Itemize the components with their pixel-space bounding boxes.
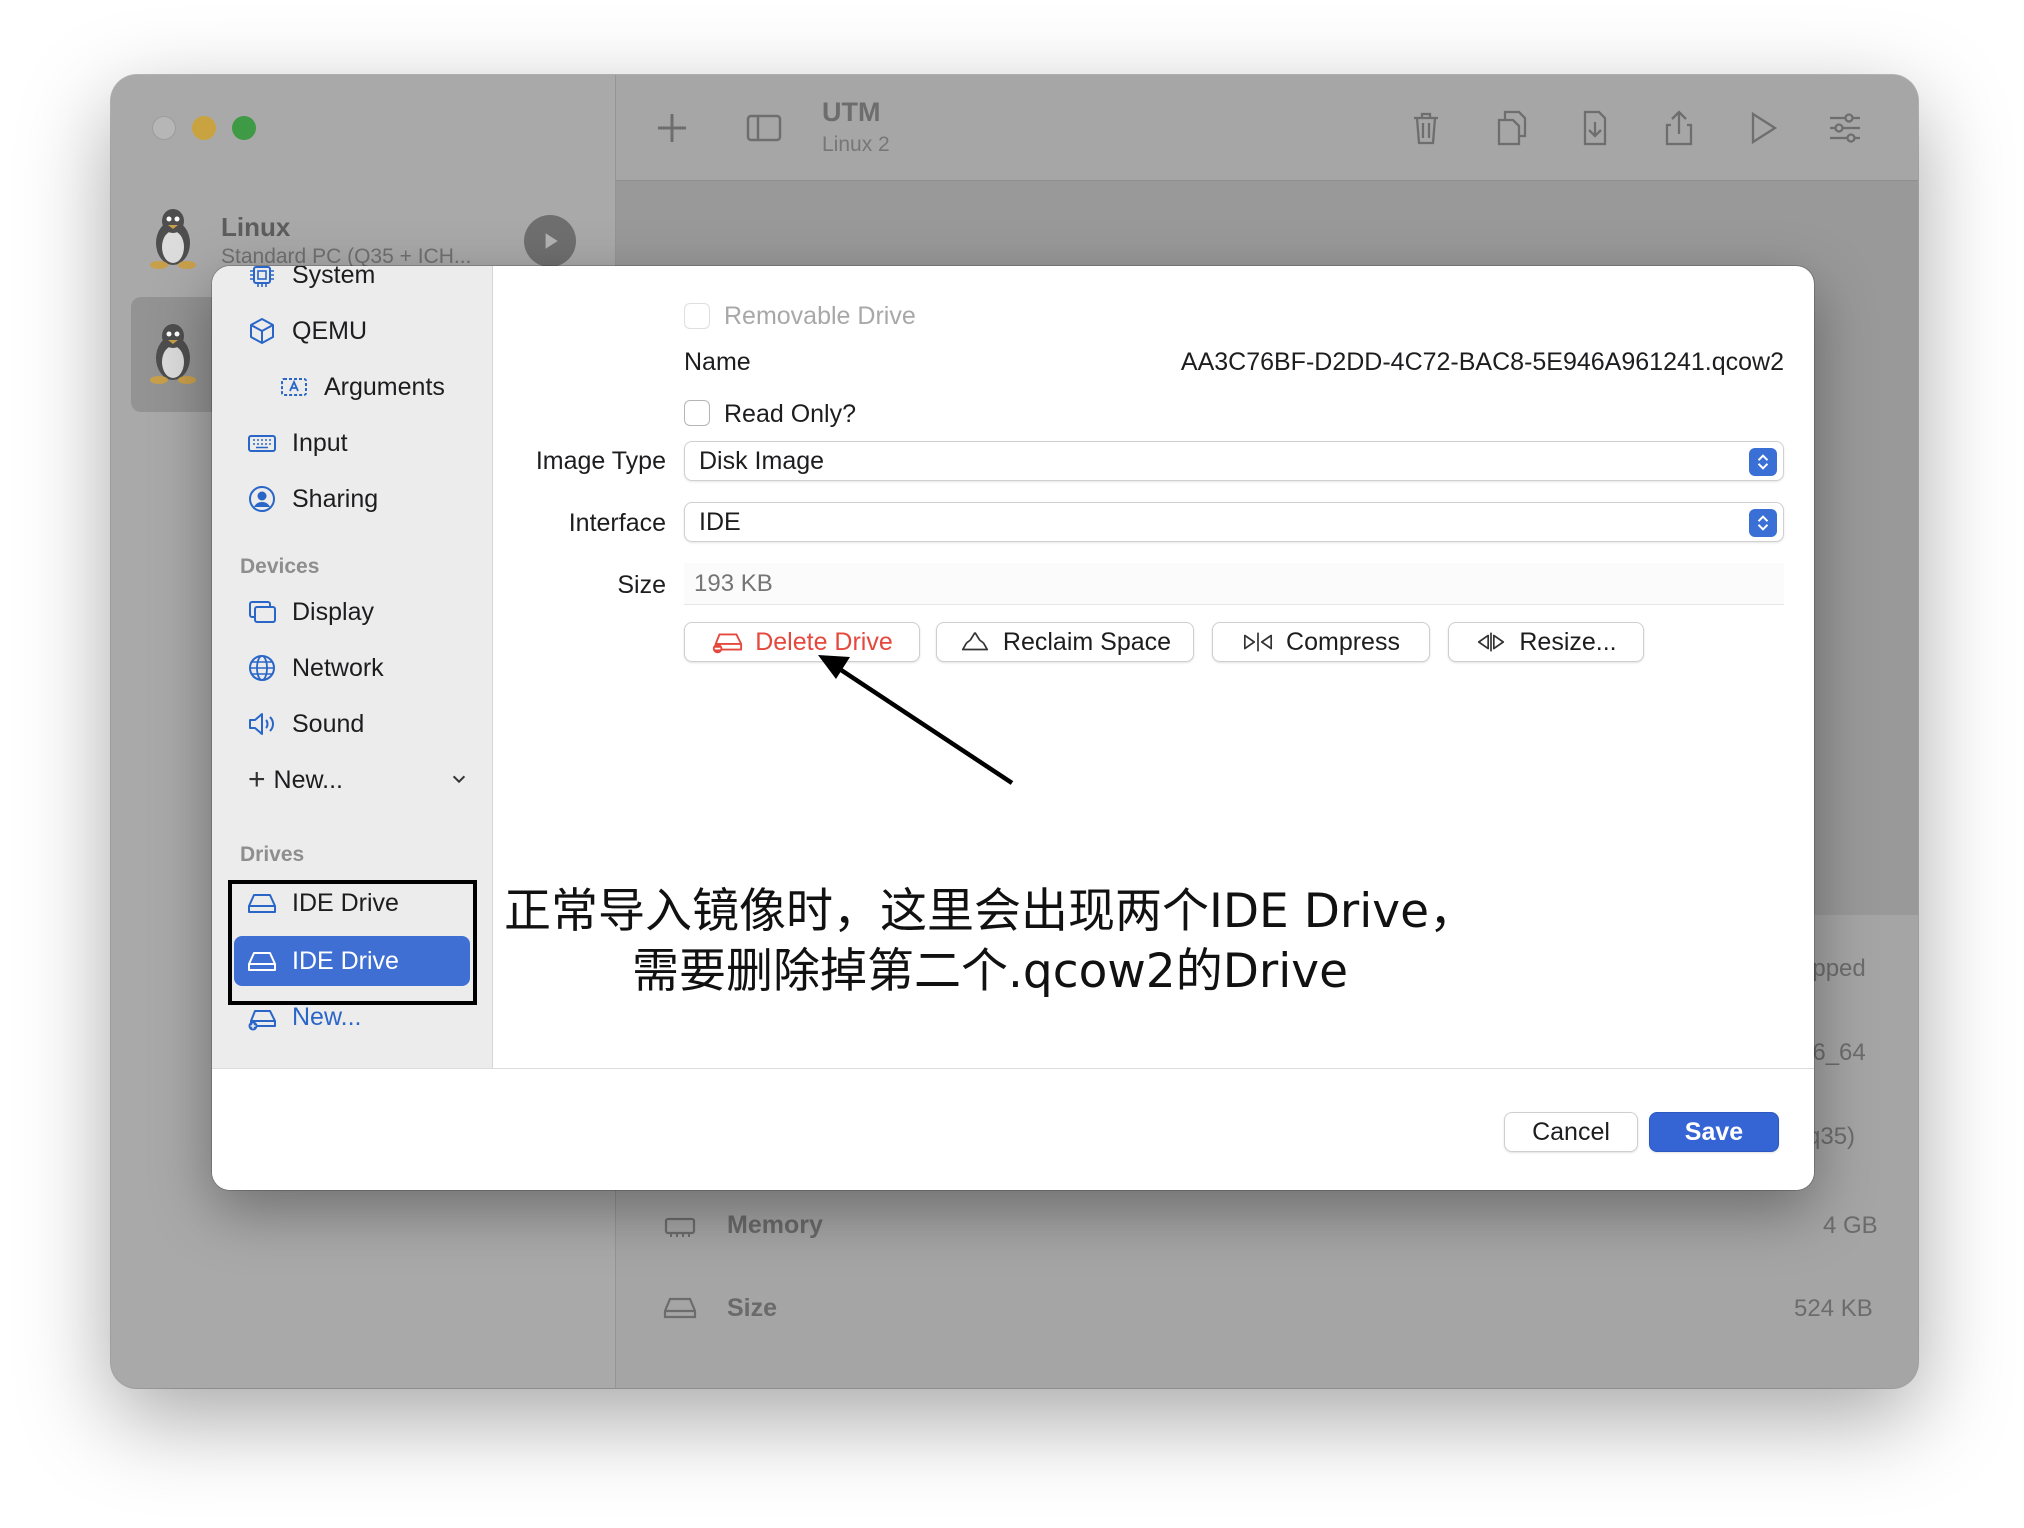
- annotation-arrow-icon: [818, 655, 1014, 785]
- annotation-line-1: 正常导入镜像时，这里会出现两个IDE Drive，: [504, 884, 1476, 939]
- annotation-text: 正常导入镜像时，这里会出现两个IDE Drive， 需要删除掉第二个.qcow2…: [490, 882, 1490, 1002]
- annotation-line-2: 需要删除掉第二个.qcow2的Drive: [631, 944, 1348, 999]
